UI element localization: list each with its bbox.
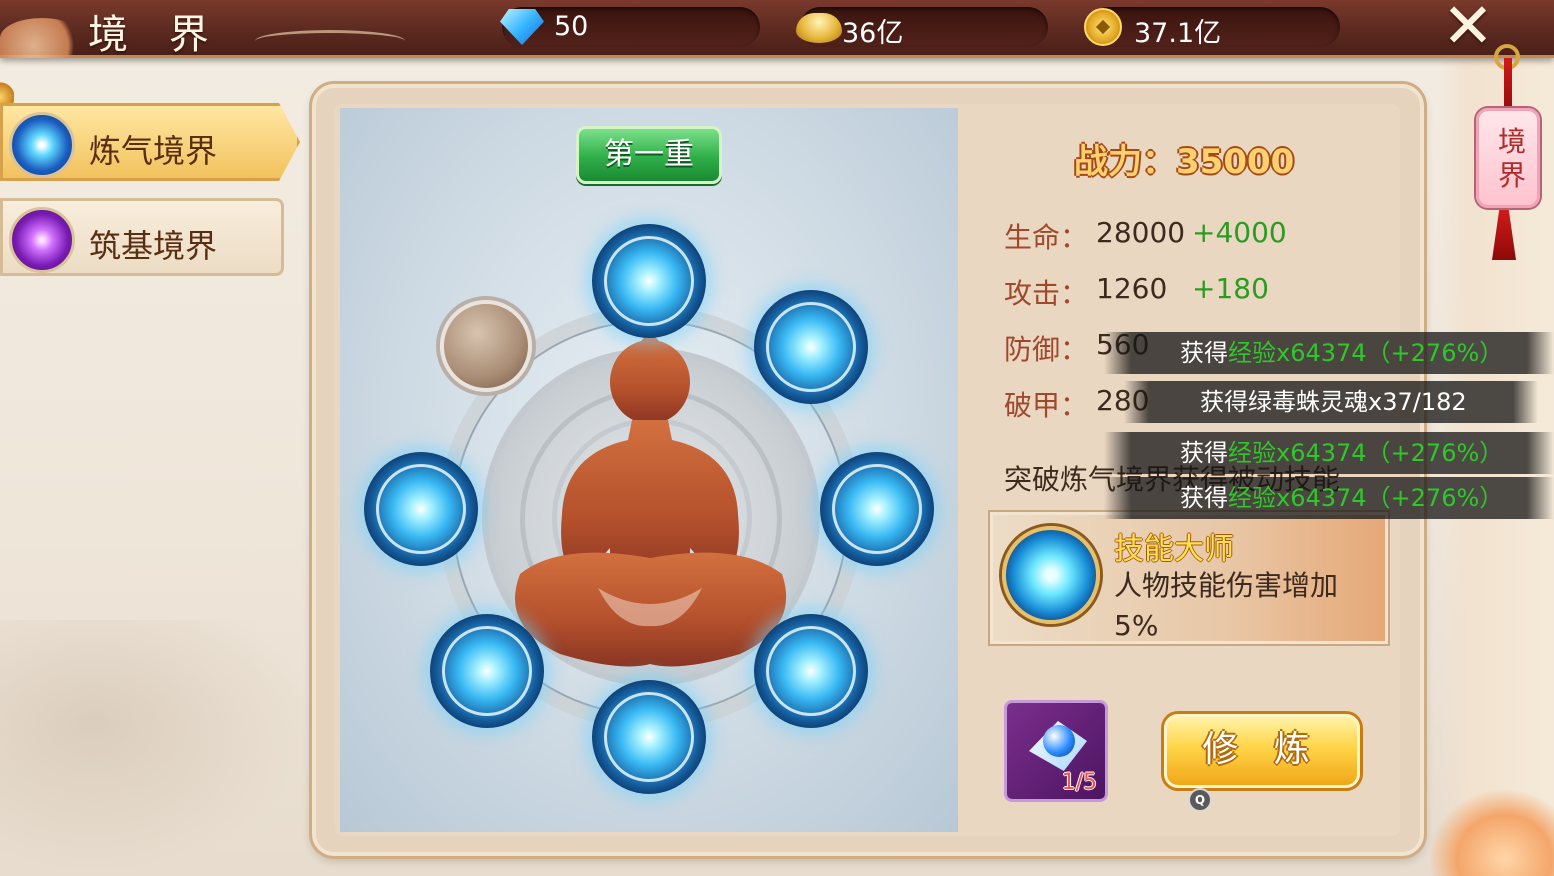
stat-attack: 攻击： 1260 +180 — [1004, 272, 1269, 312]
notification-toast: 获得经验x64374（+276%） — [1104, 332, 1554, 374]
notice-prefix: 获得 — [1180, 484, 1228, 512]
gold-ingot-value: 36亿 — [842, 18, 904, 49]
stat-value: 1260 — [1096, 272, 1168, 305]
meridian-node-icon[interactable] — [364, 452, 478, 566]
diamond-icon — [500, 9, 544, 45]
notification-toast: 获得经验x64374（+276%） — [1104, 432, 1554, 474]
notice-prefix: 获得 — [1180, 339, 1228, 367]
realm-side-tab[interactable]: 境界 — [1476, 108, 1540, 208]
qi-orb-icon — [9, 112, 75, 178]
tab-label: 炼气境界 — [89, 132, 218, 170]
side-tab-label: 境界 — [1497, 125, 1526, 192]
notification-toast: 获得经验x64374（+276%） — [1104, 477, 1554, 519]
meridian-node-icon[interactable] — [754, 290, 868, 404]
tab-qi-realm[interactable]: 炼气境界 — [0, 103, 300, 181]
diamond-value: 50 — [554, 11, 589, 42]
hotkey-badge: Q — [1188, 788, 1212, 812]
stat-hp: 生命： 28000 +4000 — [1004, 216, 1287, 256]
cloud-ornament-icon — [0, 18, 84, 58]
copper-coin-counter[interactable]: 37.1亿 — [1084, 7, 1340, 49]
copper-coin-value: 37.1亿 — [1134, 18, 1222, 49]
item-count: 1/5 — [1061, 770, 1097, 795]
cultivate-button[interactable]: 修 炼 — [1164, 714, 1360, 788]
notice-highlight: 经验x64374（+276%） — [1228, 439, 1504, 467]
meridian-node-locked-icon[interactable] — [440, 300, 532, 392]
cultivation-item-slot[interactable]: 1/5 — [1004, 700, 1108, 802]
stat-label: 破甲： — [1004, 389, 1089, 422]
stat-label: 防御： — [1004, 333, 1089, 366]
top-bar: 境 界 50 36亿 37.1亿 ✕ — [0, 0, 1554, 58]
meridian-node-icon[interactable] — [430, 614, 544, 728]
foundation-orb-icon — [9, 207, 75, 273]
meditating-figure — [500, 336, 800, 686]
lotus-decoration — [1430, 790, 1554, 876]
notice-highlight: 经验x64374（+276%） — [1228, 339, 1504, 367]
background-mountains — [0, 620, 312, 876]
notice-prefix: 获得 — [1180, 439, 1228, 467]
stat-label: 生命： — [1004, 221, 1089, 254]
close-button[interactable]: ✕ — [1440, 0, 1496, 57]
gold-ingot-icon — [796, 13, 842, 43]
meridian-node-icon[interactable] — [820, 452, 934, 566]
stat-armor-break: 破甲： 280 — [1004, 384, 1149, 424]
skill-name: 技能大师 — [1114, 532, 1234, 567]
gold-ingot-counter[interactable]: 36亿 — [796, 7, 1048, 49]
meridian-node-icon[interactable] — [754, 614, 868, 728]
power-value: 35000 — [1176, 142, 1295, 182]
tab-label: 筑基境界 — [89, 227, 218, 265]
notification-toast: 获得绿毒蛛灵魂x37/182 — [1124, 381, 1538, 423]
stat-defense: 防御： 560 — [1004, 328, 1149, 368]
meridian-node-icon[interactable] — [592, 680, 706, 794]
combat-power: 战力：35000 — [1074, 134, 1294, 183]
stage-badge: 第一重 — [576, 126, 722, 184]
close-icon: ✕ — [1442, 0, 1494, 62]
page-title: 境 界 — [88, 12, 223, 58]
copper-coin-icon — [1084, 8, 1122, 46]
skill-description: 人物技能伤害增加5% — [1114, 569, 1339, 642]
stat-value: 28000 — [1096, 216, 1186, 249]
tab-foundation-realm[interactable]: 筑基境界 — [0, 198, 284, 276]
stat-label: 攻击： — [1004, 277, 1089, 310]
skill-orb-icon — [1002, 526, 1100, 624]
gem-ball-icon — [1043, 725, 1075, 757]
swirl-ornament — [255, 30, 405, 52]
stat-bonus: +180 — [1192, 272, 1269, 305]
meridian-node-icon[interactable] — [592, 224, 706, 338]
notice-highlight: 经验x64374（+276%） — [1228, 484, 1504, 512]
notice-prefix: 获得绿毒蛛灵魂x37/182 — [1200, 388, 1467, 416]
power-label: 战力： — [1074, 142, 1176, 182]
stat-bonus: +4000 — [1192, 216, 1287, 249]
diamond-counter[interactable]: 50 — [500, 7, 760, 47]
